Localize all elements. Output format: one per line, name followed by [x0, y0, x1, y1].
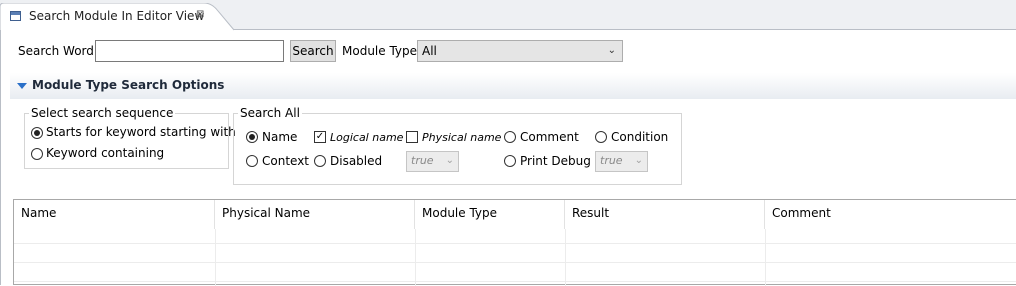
logical-name-label[interactable]: Logical name — [330, 131, 403, 144]
table-column-divider — [565, 229, 566, 286]
column-header-name[interactable]: Name — [14, 200, 215, 229]
condition-label[interactable]: Condition — [611, 130, 668, 144]
context-radio[interactable] — [246, 155, 258, 167]
column-header-result[interactable]: Result — [565, 200, 765, 229]
starts-with-label[interactable]: Starts for keyword starting with — [46, 125, 236, 139]
module-type-label: Module Type — [342, 44, 418, 58]
chevron-down-icon: ⌄ — [607, 45, 616, 56]
column-header-comment[interactable]: Comment — [765, 200, 1016, 229]
view-tab[interactable]: Search Module In Editor View ⊠ — [0, 3, 235, 31]
name-label[interactable]: Name — [262, 130, 297, 144]
physical-name-label[interactable]: Physical name — [422, 131, 501, 144]
print-debug-value-select: true ⌄ — [595, 151, 648, 172]
column-header-module-type[interactable]: Module Type — [415, 200, 565, 229]
column-header-physical-name[interactable]: Physical Name — [215, 200, 415, 229]
print-debug-label[interactable]: Print Debug — [520, 154, 591, 168]
comment-radio[interactable] — [504, 131, 516, 143]
name-radio[interactable] — [246, 131, 258, 143]
starts-with-radio[interactable] — [31, 127, 43, 139]
search-sequence-legend: Select search sequence — [31, 106, 174, 120]
disabled-value-select: true ⌄ — [406, 151, 459, 172]
print-debug-value: true — [600, 154, 623, 167]
containing-label[interactable]: Keyword containing — [46, 146, 164, 160]
chevron-down-icon: ⌄ — [634, 155, 643, 166]
close-icon[interactable]: ⊠ — [196, 9, 204, 20]
table-column-divider — [765, 229, 766, 286]
results-table[interactable]: Name Physical Name Module Type Result Co… — [13, 199, 1016, 286]
table-row-divider — [14, 243, 1016, 244]
module-type-value: All — [422, 44, 437, 58]
comment-label[interactable]: Comment — [520, 130, 579, 144]
tab-title: Search Module In Editor View — [29, 9, 205, 23]
chevron-down-icon: ⌄ — [445, 155, 454, 166]
module-type-search-options-header[interactable]: Module Type Search Options — [10, 73, 1016, 99]
logical-name-checkbox[interactable]: ✓ — [314, 131, 326, 143]
disabled-radio[interactable] — [314, 155, 326, 167]
print-debug-radio[interactable] — [504, 155, 516, 167]
search-all-group: Search All — [233, 106, 682, 185]
physical-name-checkbox[interactable] — [406, 131, 418, 143]
table-column-divider — [415, 229, 416, 286]
disabled-label[interactable]: Disabled — [330, 154, 382, 168]
search-word-label: Search Word: — [18, 44, 98, 58]
section-title: Module Type Search Options — [32, 78, 225, 92]
collapse-arrow-icon[interactable] — [17, 83, 27, 89]
condition-radio[interactable] — [595, 131, 607, 143]
table-column-divider — [215, 229, 216, 286]
context-label[interactable]: Context — [262, 154, 309, 168]
search-button[interactable]: Search — [290, 40, 336, 62]
table-row-divider — [14, 262, 1016, 263]
disabled-value: true — [411, 154, 434, 167]
search-word-input[interactable] — [95, 40, 284, 62]
containing-radio[interactable] — [31, 148, 43, 160]
module-type-select[interactable]: All ⌄ — [417, 40, 623, 62]
table-row-divider — [14, 281, 1016, 282]
search-all-legend: Search All — [240, 106, 300, 120]
view-icon — [10, 11, 21, 21]
